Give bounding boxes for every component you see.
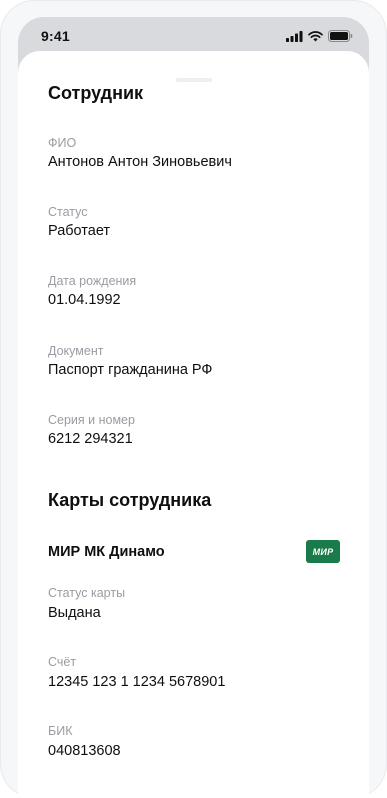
- status-value: Работает: [48, 223, 111, 239]
- employee-section-title: Сотрудник: [48, 83, 144, 103]
- phone-frame: 9:41 Сотрудник ФИО Антонов Антон Зиновье…: [0, 0, 387, 798]
- account-value: 12345 123 1 1234 5678901: [48, 674, 226, 690]
- document-label: Документ: [48, 344, 104, 358]
- cards-section-title: Карты сотрудника: [48, 490, 212, 510]
- card-status-label: Статус карты: [48, 586, 126, 600]
- battery-icon: [328, 30, 353, 42]
- bik-value: 040813608: [48, 743, 121, 759]
- birth-date-label: Дата рождения: [48, 274, 137, 288]
- birth-date-value: 01.04.1992: [48, 292, 121, 308]
- status-time: 9:41: [41, 28, 70, 44]
- system-icons: [286, 30, 353, 42]
- card-name[interactable]: МИР МК Динамо: [48, 544, 165, 560]
- bik-label: БИК: [48, 724, 73, 738]
- account-label: Счёт: [48, 655, 77, 669]
- sheet-grabber[interactable]: [176, 78, 212, 82]
- cellular-signal-icon: [286, 30, 303, 42]
- mir-logo-icon: МИР: [306, 540, 340, 563]
- wifi-icon: [308, 30, 323, 41]
- card-status-value: Выдана: [48, 605, 101, 621]
- status-label: Статус: [48, 205, 88, 219]
- document-value: Паспорт гражданина РФ: [48, 362, 213, 378]
- full-name-value: Антонов Антон Зиновьевич: [48, 154, 232, 170]
- full-name-label: ФИО: [48, 136, 77, 150]
- series-number-label: Серия и номер: [48, 413, 135, 427]
- status-bar: 9:41: [18, 17, 369, 55]
- series-number-value: 6212 294321: [48, 431, 133, 447]
- phone-screen: 9:41 Сотрудник ФИО Антонов Антон Зиновье…: [18, 17, 369, 798]
